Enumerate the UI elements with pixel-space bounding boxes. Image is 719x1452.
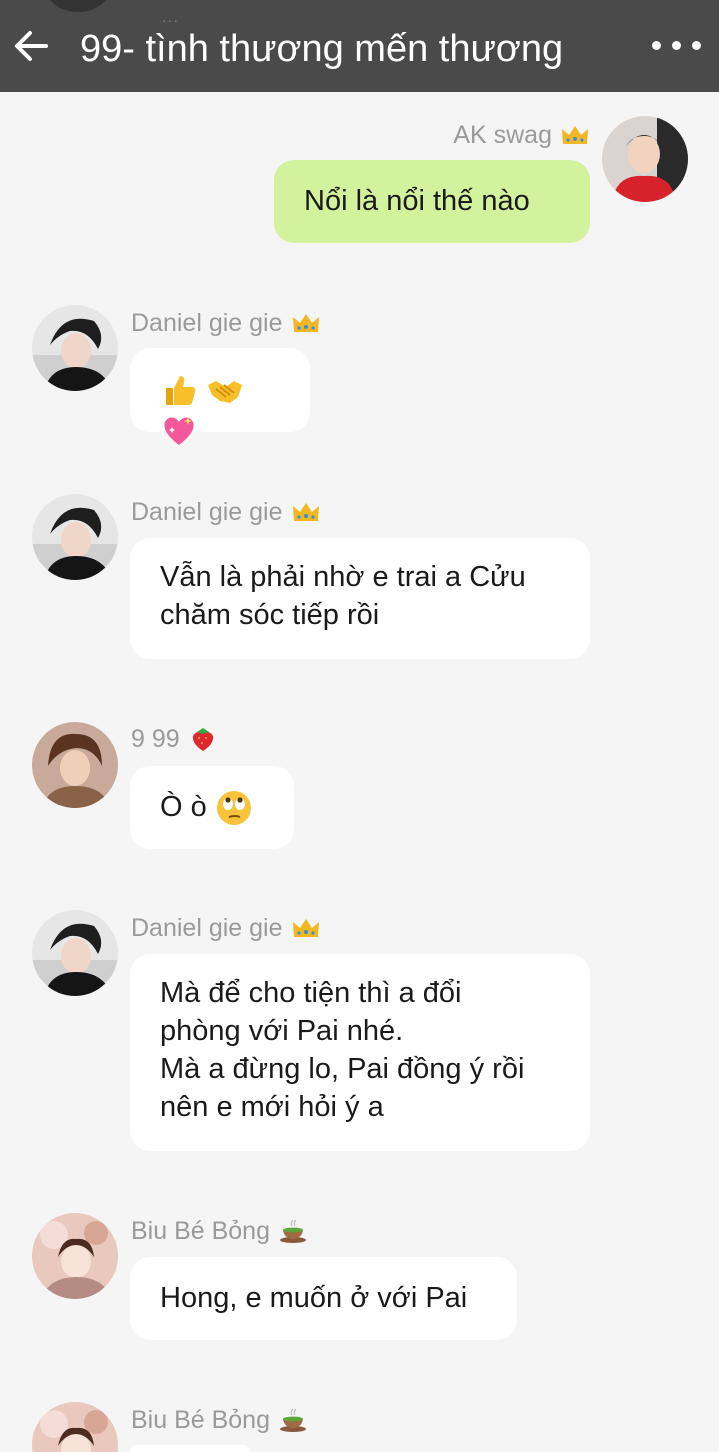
crown-icon (292, 503, 319, 521)
message-bubble[interactable] (130, 348, 310, 445)
message-bubble[interactable]: Ò ò (130, 766, 294, 849)
sender-label: 9 99 (131, 725, 180, 753)
crown-icon (292, 314, 319, 332)
sender-label: Daniel gie gie (131, 498, 283, 526)
crown-icon (562, 126, 588, 144)
more-dots-icon (652, 41, 661, 50)
more-dot (692, 41, 701, 50)
message-line: Vẫn là phải nhờ e trai a Cửu (160, 561, 526, 593)
avatar[interactable] (32, 494, 118, 580)
message-line: nên e mới hỏi ý a (160, 1091, 384, 1123)
message-bubble[interactable] (130, 1445, 250, 1452)
sender-name: Biu Bé Bỏng (131, 1405, 308, 1435)
message-line: Mà a đừng lo, Pai đồng ý rồi (160, 1053, 525, 1085)
chat-header: ··· 99- tình thương mến thương (0, 0, 719, 92)
sender-label: Daniel gie gie (131, 914, 283, 942)
avatar[interactable] (32, 1402, 118, 1452)
message-text: Ò ò (160, 791, 207, 823)
message-bubble[interactable]: Nổi là nổi thế nào (274, 160, 590, 243)
message-line: phòng với Pai nhé. (160, 1015, 404, 1047)
avatar[interactable] (32, 910, 118, 996)
more-dot (672, 41, 681, 50)
sender-name: Daniel gie gie (131, 308, 321, 338)
message-bubble[interactable]: Hong, e muốn ở với Pai (130, 1257, 517, 1340)
sparkling-heart-icon (164, 416, 194, 445)
message-text: Nổi là nổi thế nào (304, 185, 530, 217)
message-bubble[interactable]: Vẫn là phải nhờ e trai a Cửu chăm sóc ti… (130, 538, 590, 659)
sender-label: Biu Bé Bỏng (131, 1406, 270, 1434)
message-bubble[interactable]: Mà để cho tiện thì a đổi phòng với Pai n… (130, 954, 590, 1151)
thumbs-up-icon (166, 376, 196, 406)
back-button[interactable] (10, 24, 54, 68)
sender-name: Daniel gie gie (131, 497, 321, 527)
tea-cup-icon (280, 1408, 306, 1432)
handshake-icon (208, 381, 243, 404)
sender-label: Daniel gie gie (131, 309, 283, 337)
more-options-button[interactable] (646, 30, 708, 62)
chat-title: 99- tình thương mến thương (80, 28, 564, 70)
sender-name: AK swag (380, 120, 590, 150)
message-line: chăm sóc tiếp rồi (160, 599, 380, 631)
sender-name: 9 99 (131, 724, 218, 754)
sender-name: Daniel gie gie (131, 913, 321, 943)
message-line: Mà để cho tiện thì a đổi (160, 977, 462, 1009)
crown-icon (292, 919, 319, 937)
eye-roll-face-icon (216, 791, 251, 826)
tea-cup-icon (280, 1219, 306, 1243)
sender-label: AK swag (453, 121, 552, 149)
avatar[interactable] (32, 305, 118, 391)
sender-name: Biu Bé Bỏng (131, 1216, 308, 1246)
arrow-left-icon (15, 31, 48, 61)
avatar[interactable] (602, 116, 688, 202)
avatar[interactable] (32, 722, 118, 808)
strawberry-icon (192, 728, 213, 751)
camera-notch (45, 0, 111, 12)
avatar[interactable] (32, 1213, 118, 1299)
sender-label: Biu Bé Bỏng (131, 1217, 270, 1245)
message-text: Hong, e muốn ở với Pai (160, 1282, 468, 1314)
